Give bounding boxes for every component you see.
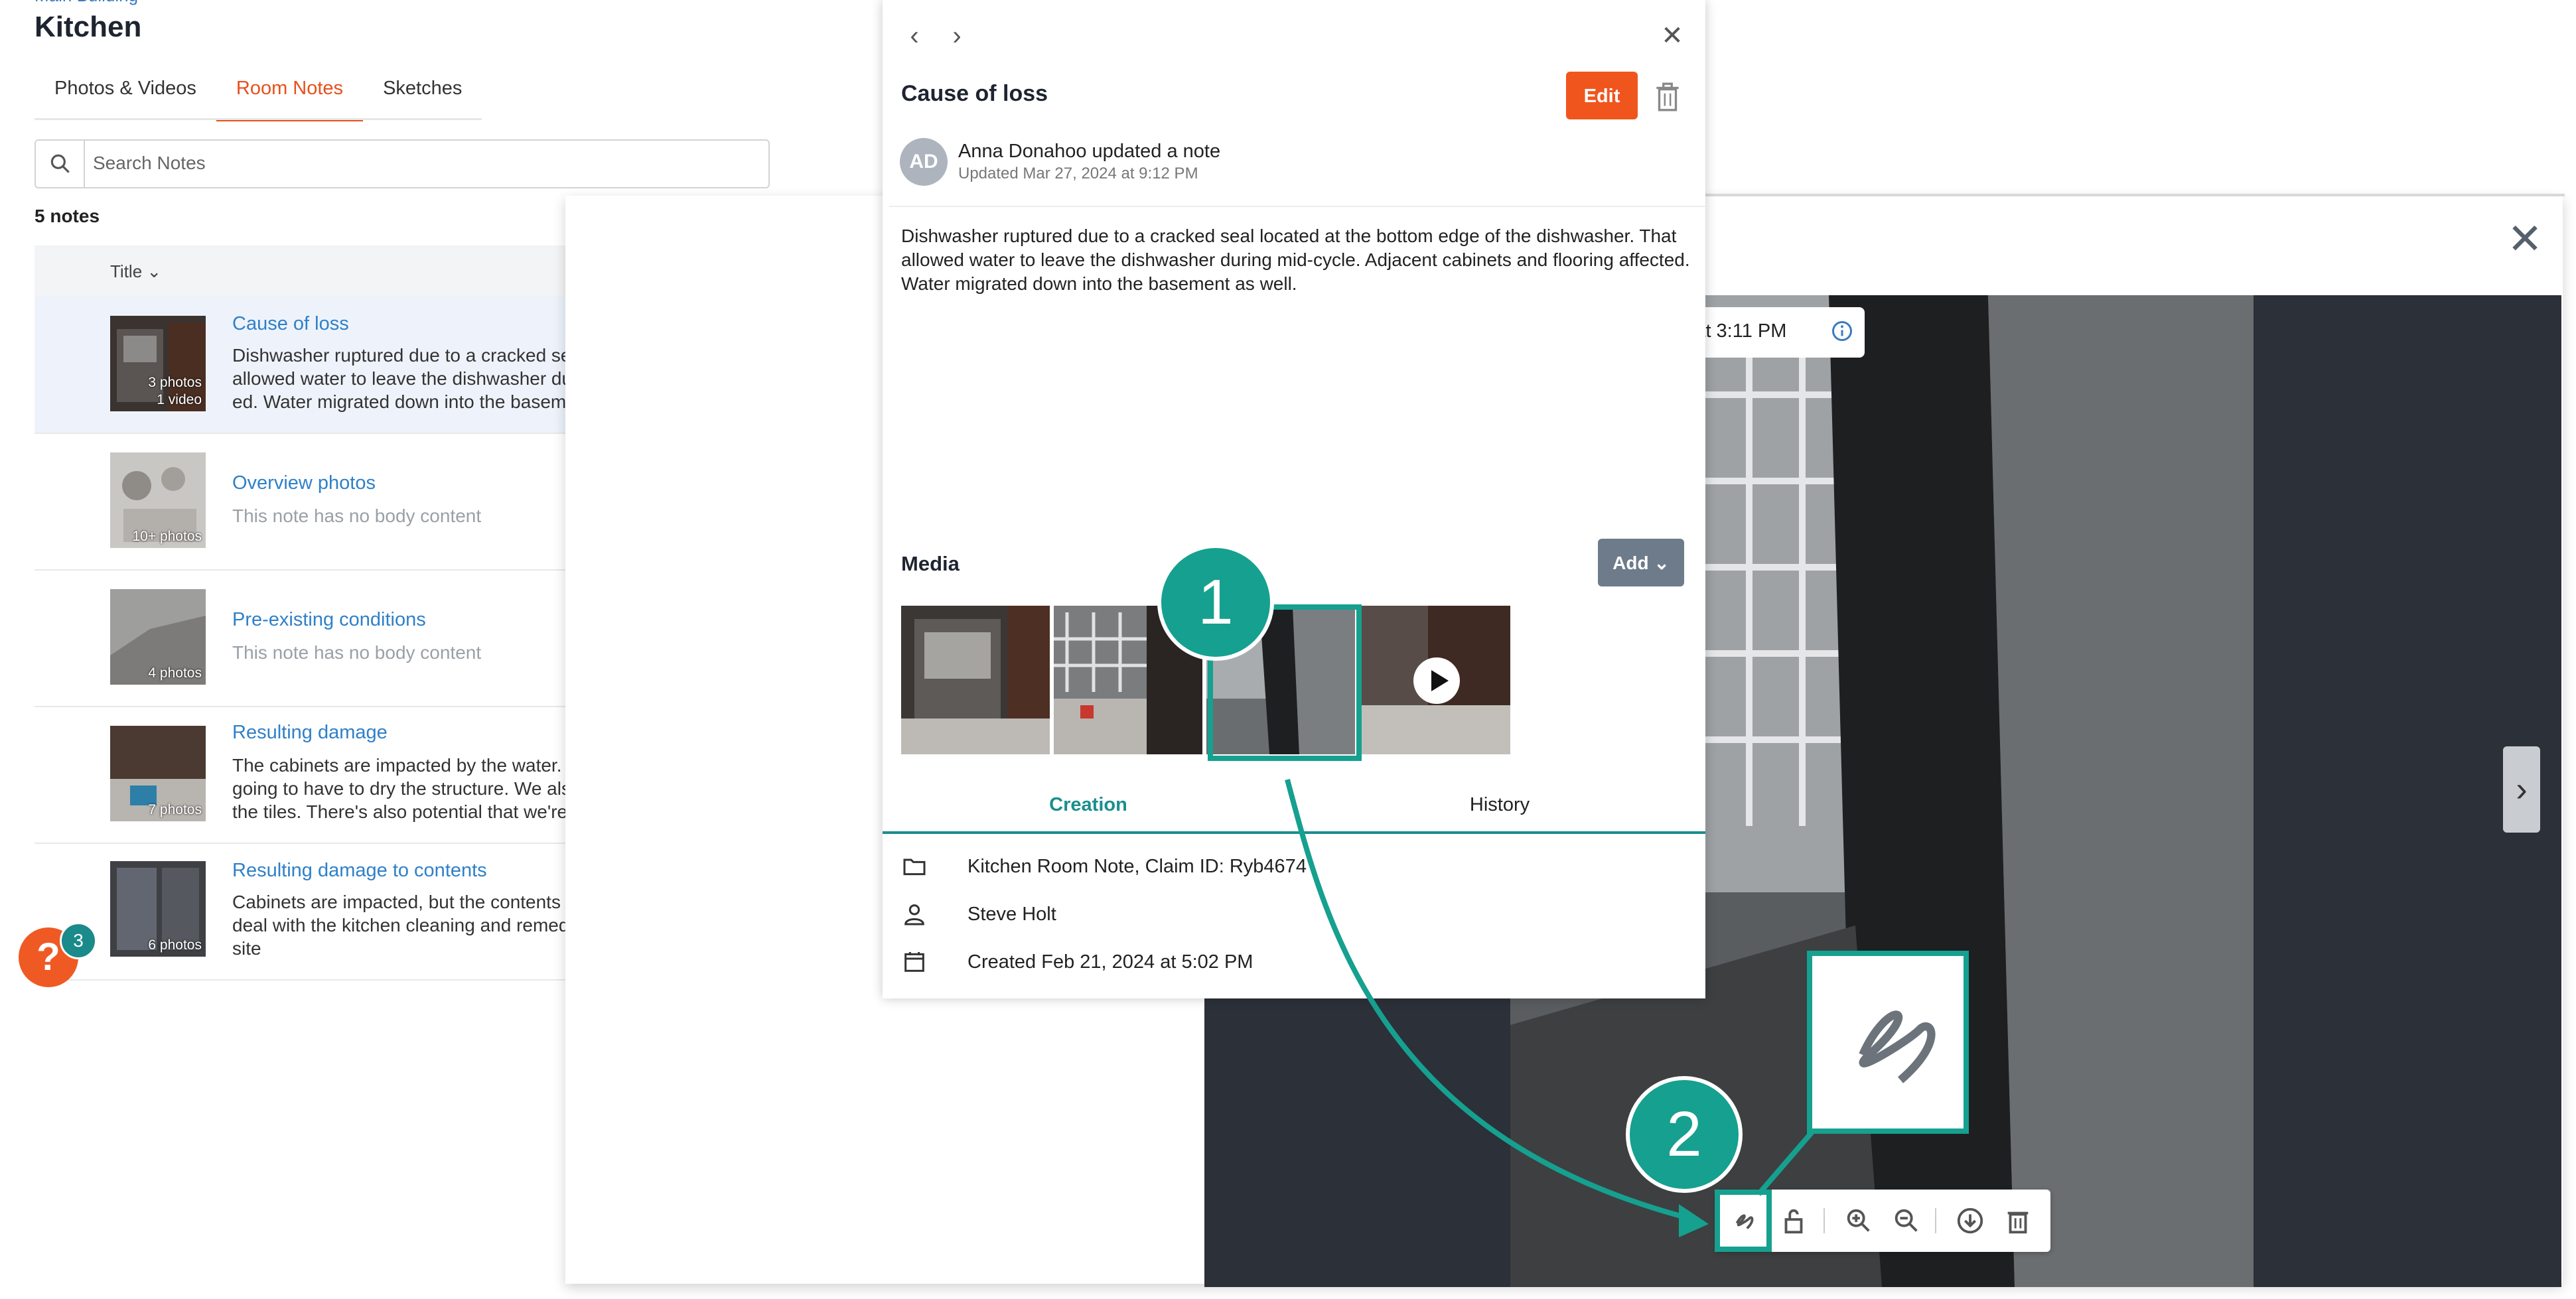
callout-step-1: 1 xyxy=(1157,544,1274,661)
annotation-arrows xyxy=(1285,778,1816,1237)
callout-step-2: 2 xyxy=(1626,1076,1743,1193)
